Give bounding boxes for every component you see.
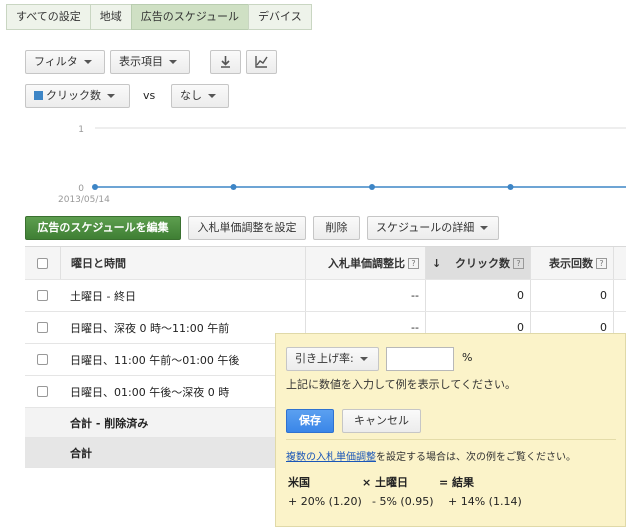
adjustment-mode-label: 引き上げ率:: [295, 352, 354, 365]
header-bid-adjustment-label: 入札単価調整比: [328, 257, 405, 270]
metric-label: クリック数: [46, 89, 101, 102]
filter-label: フィルタ: [34, 55, 78, 68]
total-label: 合計: [70, 446, 92, 460]
metric-color-swatch: [34, 91, 43, 100]
columns-label: 表示項目: [119, 55, 163, 68]
chevron-down-icon: [359, 357, 368, 361]
download-icon: [221, 56, 230, 68]
chart-toggle-button[interactable]: [246, 50, 277, 74]
data-point: [92, 184, 98, 190]
schedule-details-button[interactable]: スケジュールの詳細: [367, 216, 499, 240]
total-deleted-label: 合計 - 削除済み: [70, 416, 149, 430]
percent-sign: %: [462, 351, 473, 364]
row-checkbox[interactable]: [37, 386, 48, 397]
example-value-1: + 20% (1.20): [288, 495, 362, 508]
columns-button[interactable]: 表示項目: [110, 50, 190, 74]
row-clicks: 0: [425, 280, 530, 311]
example-day: × 土曜日: [362, 476, 409, 489]
chevron-down-icon: [83, 60, 92, 64]
data-point: [230, 184, 237, 190]
edit-schedule-button[interactable]: 広告のスケジュールを編集: [25, 216, 181, 240]
tab-devices[interactable]: デバイス: [248, 4, 312, 30]
set-bid-adjustment-button[interactable]: 入札単価調整を設定: [188, 216, 306, 240]
table-header-row: 曜日と時間 入札単価調整比? ↓ クリック数? 表示回数? クリ: [25, 247, 626, 280]
y-tick-top: 1: [78, 125, 84, 135]
row-day-time: 日曜日、11:00 午前〜01:00 午後: [70, 353, 240, 367]
performance-chart: 1 0 2013/05/14: [58, 125, 626, 205]
schedule-table: 曜日と時間 入札単価調整比? ↓ クリック数? 表示回数? クリ 土曜日 - 終…: [25, 246, 626, 468]
select-all-checkbox[interactable]: [37, 257, 48, 269]
multiple-bid-adjustments-link[interactable]: 複数の入札単価調整: [286, 452, 376, 463]
filter-button[interactable]: フィルタ: [25, 50, 105, 74]
example-value-2: - 5% (0.95): [372, 495, 434, 508]
tab-ad-schedule[interactable]: 広告のスケジュール: [130, 4, 250, 30]
row-checkbox-cell: [25, 376, 60, 407]
header-checkbox-cell: [25, 247, 60, 279]
compare-label: なし: [180, 89, 202, 102]
header-clicks-label: クリック数: [455, 257, 510, 270]
save-button[interactable]: 保存: [286, 409, 334, 433]
table-row: 土曜日 - 終日 -- 0 0: [25, 280, 626, 312]
compare-selector[interactable]: なし: [171, 84, 229, 108]
example-result: = 結果: [439, 476, 475, 489]
header-impressions-label: 表示回数: [549, 257, 593, 270]
header-day-time[interactable]: 曜日と時間: [60, 247, 305, 279]
data-point: [507, 184, 514, 190]
data-point: [369, 184, 375, 190]
row-checkbox-cell: [25, 344, 60, 375]
row-checkbox-cell: [25, 312, 60, 343]
adjustment-mode-select[interactable]: 引き上げ率:: [286, 347, 379, 371]
header-ctr[interactable]: クリ: [613, 247, 626, 279]
row-checkbox[interactable]: [37, 322, 48, 333]
header-impressions[interactable]: 表示回数?: [530, 247, 613, 279]
cancel-button[interactable]: キャンセル: [342, 409, 421, 433]
chevron-down-icon: [169, 60, 177, 64]
sort-desc-icon: ↓: [432, 256, 442, 270]
instruction-text: 上記に数値を入力して例を表示してください。: [286, 378, 517, 391]
vs-label: vs: [143, 89, 156, 102]
chevron-down-icon: [480, 226, 489, 230]
tab-all-settings[interactable]: すべての設定: [6, 4, 91, 30]
tab-region[interactable]: 地域: [89, 4, 132, 30]
delete-button[interactable]: 削除: [313, 216, 360, 240]
y-tick-bottom: 0: [78, 184, 84, 194]
x-tick-first: 2013/05/14: [58, 195, 110, 205]
row-day-time: 日曜日、深夜 0 時〜11:00 午前: [70, 321, 230, 335]
example-country: 米国: [288, 476, 310, 489]
info-rest-text: を設定する場合は、次の例をご覧ください。: [376, 452, 576, 463]
row-day-time: 日曜日、01:00 午後〜深夜 0 時: [70, 385, 230, 399]
download-button[interactable]: [210, 50, 241, 74]
row-impressions: 0: [530, 280, 613, 311]
help-icon[interactable]: ?: [513, 257, 524, 269]
metric-selector[interactable]: クリック数: [25, 84, 130, 108]
header-clicks[interactable]: ↓ クリック数?: [425, 247, 530, 279]
divider: [286, 439, 616, 440]
row-checkbox[interactable]: [37, 354, 48, 365]
chevron-down-icon: [208, 94, 216, 98]
header-day-time-label: 曜日と時間: [71, 257, 126, 270]
row-day-time: 土曜日 - 終日: [70, 289, 136, 303]
row-bid-adjustment[interactable]: --: [305, 280, 425, 311]
header-bid-adjustment[interactable]: 入札単価調整比?: [305, 247, 425, 279]
adjustment-value-input[interactable]: [386, 347, 454, 371]
help-icon[interactable]: ?: [596, 257, 607, 269]
bid-adjustment-popup: 引き上げ率: % 上記に数値を入力して例を表示してください。 保存 キャンセル …: [275, 333, 626, 527]
row-ctr: [613, 280, 626, 311]
example-value-3: + 14% (1.14): [448, 495, 522, 508]
row-checkbox-cell: [25, 280, 60, 311]
line-chart-icon: [255, 56, 268, 68]
info-text: 複数の入札単価調整を設定する場合は、次の例をご覧ください。: [286, 448, 576, 463]
chevron-down-icon: [107, 94, 115, 98]
help-icon[interactable]: ?: [408, 257, 419, 269]
row-checkbox[interactable]: [37, 290, 48, 301]
settings-tabs: すべての設定 地域 広告のスケジュール デバイス: [6, 4, 312, 30]
schedule-details-label: スケジュールの詳細: [376, 221, 475, 234]
